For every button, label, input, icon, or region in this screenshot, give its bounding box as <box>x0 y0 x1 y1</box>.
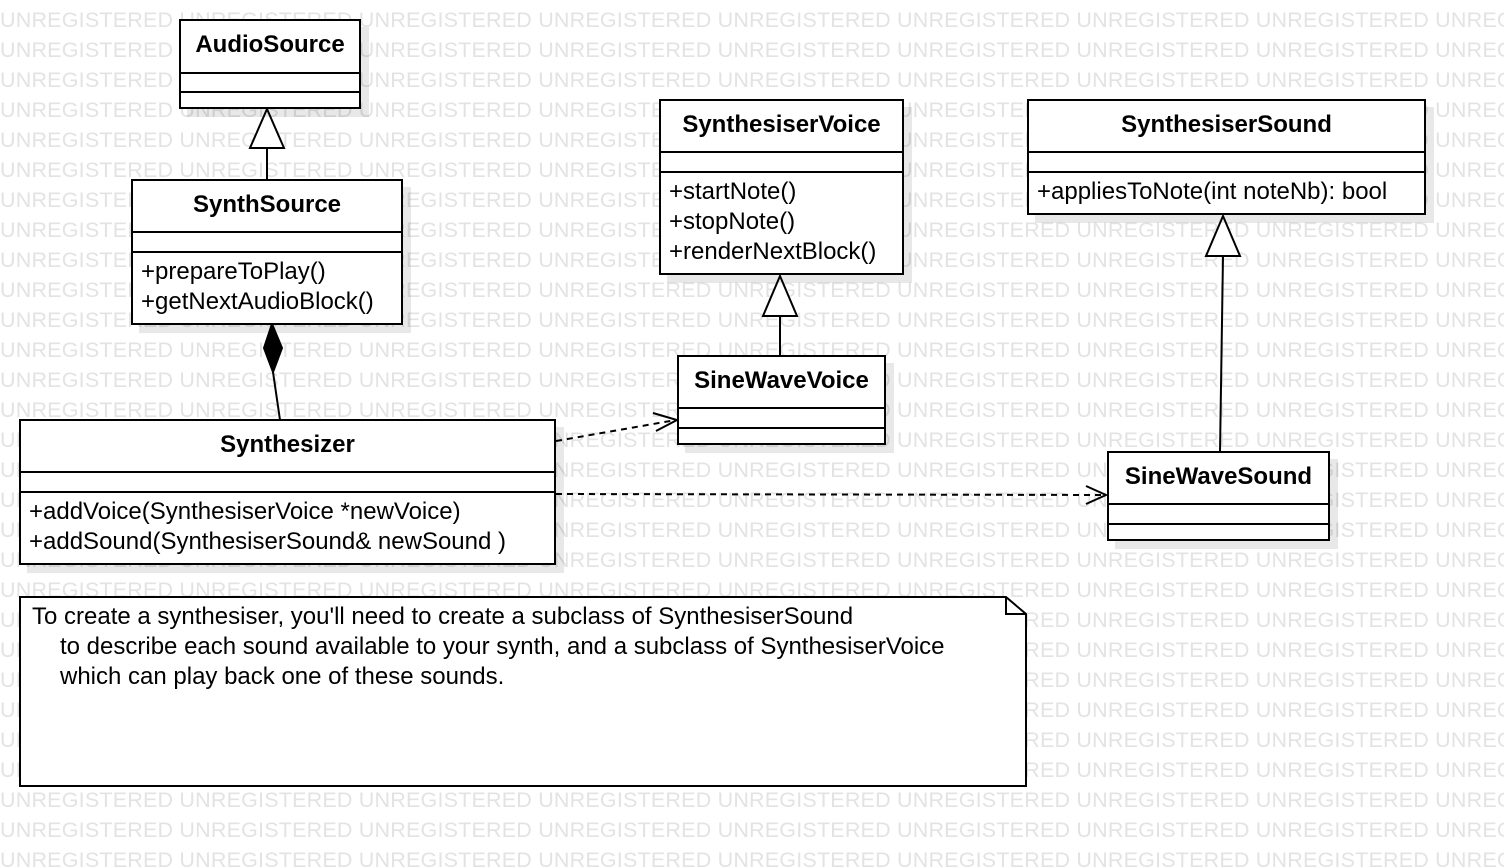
note-text[interactable]: To create a synthesiser, you'll need to … <box>32 602 945 692</box>
note-shape <box>19 596 1027 787</box>
note-line-2: to describe each sound available to your… <box>60 633 945 660</box>
note-line-3: which can play back one of these sounds. <box>60 663 505 690</box>
note-line-1: To create a synthesiser, you'll need to … <box>32 603 854 630</box>
